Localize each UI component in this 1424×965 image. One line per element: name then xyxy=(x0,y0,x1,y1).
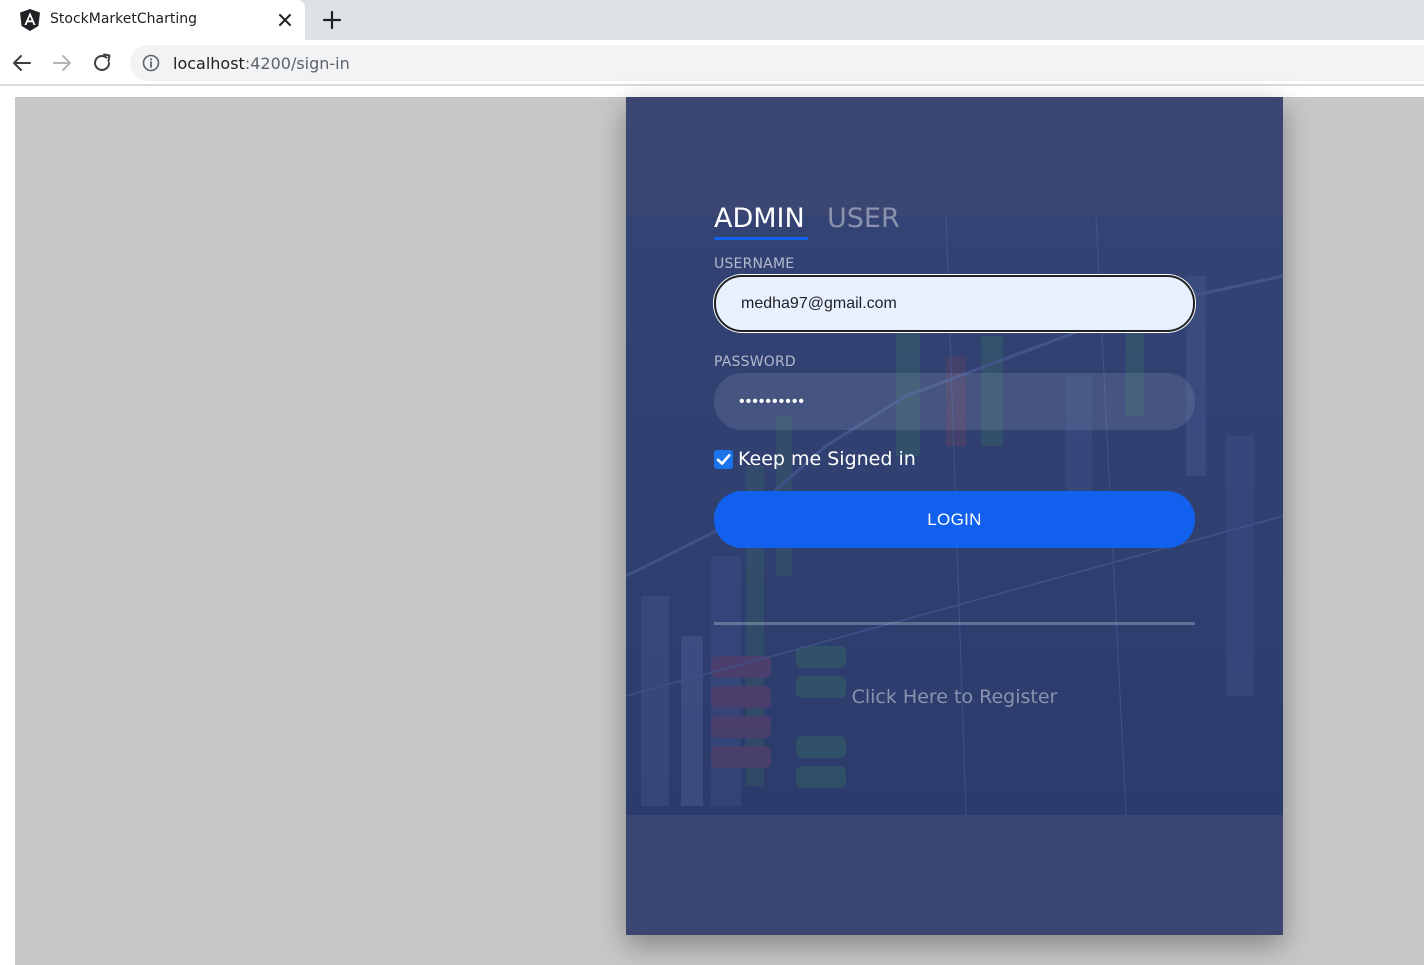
keep-signed-in-label[interactable]: Keep me Signed in xyxy=(738,448,916,470)
close-icon[interactable] xyxy=(276,11,294,29)
url-text: localhost:4200/sign-in xyxy=(173,54,350,73)
register-link[interactable]: Click Here to Register xyxy=(714,686,1195,708)
address-bar[interactable]: localhost:4200/sign-in xyxy=(130,45,1424,81)
divider xyxy=(714,622,1195,625)
checkmark-icon xyxy=(716,454,731,465)
password-label: PASSWORD xyxy=(714,354,796,370)
tab-title: StockMarketCharting xyxy=(50,11,197,27)
browser-tab[interactable]: StockMarketCharting xyxy=(0,0,305,40)
new-tab-plus-icon[interactable] xyxy=(320,8,344,32)
info-icon[interactable] xyxy=(142,54,160,72)
keep-signed-in-checkbox[interactable] xyxy=(714,450,733,469)
url-host: localhost xyxy=(173,54,245,73)
browser-toolbar: localhost:4200/sign-in xyxy=(0,40,1424,86)
username-input[interactable] xyxy=(714,275,1195,332)
active-tab-indicator xyxy=(714,237,808,240)
username-label: USERNAME xyxy=(714,256,795,272)
tab-user[interactable]: USER xyxy=(827,203,900,234)
back-arrow-icon[interactable] xyxy=(10,51,34,75)
angular-logo-icon xyxy=(20,9,40,31)
reload-icon[interactable] xyxy=(90,51,114,75)
browser-tab-strip: StockMarketCharting xyxy=(0,0,1424,40)
login-button[interactable]: LOGIN xyxy=(714,491,1195,548)
password-input[interactable] xyxy=(714,373,1195,430)
url-path: :4200/sign-in xyxy=(244,54,350,73)
tab-admin[interactable]: ADMIN xyxy=(714,203,805,234)
forward-arrow-icon[interactable] xyxy=(50,51,74,75)
